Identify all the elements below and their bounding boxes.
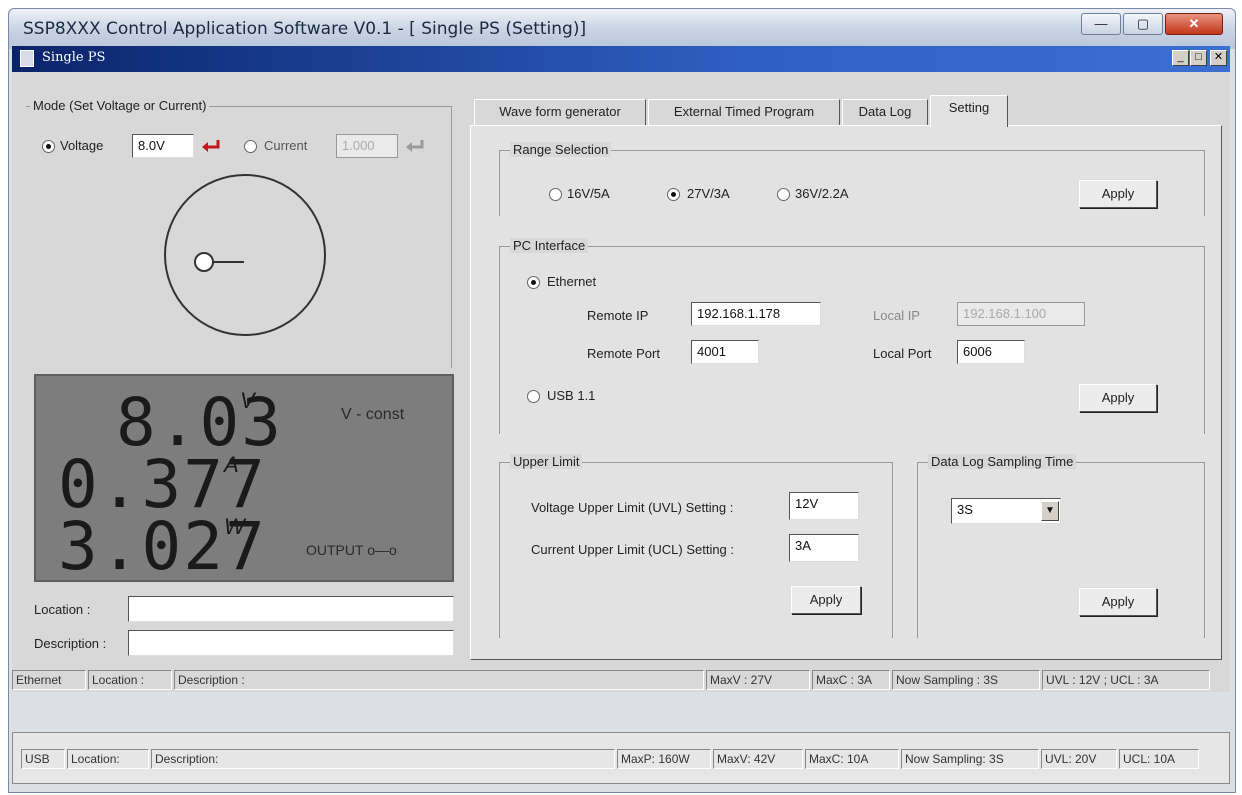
tab-waveform-generator[interactable]: Wave form generator (474, 99, 646, 125)
range-27v-radio[interactable] (667, 188, 680, 201)
regulation-mode-status: V - const (341, 406, 405, 423)
local-port-label: Local Port (873, 346, 932, 361)
bg-status-maxc: MaxC: 10A (805, 749, 899, 769)
status-bar: Ethernet Location : Description : MaxV :… (12, 668, 1230, 692)
bg-status-interface: USB (21, 749, 65, 769)
local-ip-label: Local IP (873, 308, 920, 323)
location-label: Location : (34, 602, 91, 617)
status-maxc: MaxC : 3A (812, 670, 890, 690)
sampling-time-value: 3S (957, 502, 973, 517)
current-unit: A (224, 452, 239, 477)
bg-status-ucl: UCL: 10A (1119, 749, 1199, 769)
uvl-input[interactable]: 12V (789, 492, 859, 520)
bg-status-location: Location: (67, 749, 149, 769)
minimize-button[interactable]: — (1081, 13, 1121, 35)
voltage-enter-icon[interactable] (200, 138, 222, 154)
range-16v-radio[interactable] (549, 188, 562, 201)
bg-status-sampling: Now Sampling: 3S (901, 749, 1039, 769)
ethernet-radio[interactable] (527, 276, 540, 289)
voltage-unit: V (240, 388, 255, 413)
range-apply-button[interactable]: Apply (1079, 180, 1157, 208)
status-limits: UVL : 12V ; UCL : 3A (1042, 670, 1210, 690)
range-16v-label: 16V/5A (567, 186, 610, 201)
voltage-mode-label: Voltage (60, 138, 104, 153)
range-36v-label: 36V/2.2A (795, 186, 849, 201)
remote-ip-label: Remote IP (587, 308, 649, 323)
close-button[interactable]: ✕ (1165, 13, 1223, 35)
app-title: SSP8XXX Control Application Software V0.… (23, 19, 587, 39)
location-input[interactable] (128, 596, 454, 622)
document-icon (20, 50, 34, 67)
bg-status-maxp: MaxP: 160W (617, 749, 711, 769)
power-unit: W (224, 514, 245, 539)
status-maxv: MaxV : 27V (706, 670, 810, 690)
mdi-minimize-button[interactable]: _ (1172, 50, 1189, 66)
current-mode-label: Current (264, 138, 308, 153)
tab-data-log[interactable]: Data Log (842, 99, 928, 125)
sampling-time-title: Data Log Sampling Time (928, 454, 1077, 469)
current-mode-radio[interactable] (244, 140, 257, 153)
current-setpoint-input[interactable]: 1.000 (336, 134, 398, 158)
remote-port-label: Remote Port (587, 346, 660, 361)
mdi-restore-button[interactable]: □ (1190, 50, 1207, 66)
setting-tab-panel: Range Selection 16V/5A 27V/3A 36V/2.2A A… (470, 125, 1222, 660)
mdi-titlebar[interactable]: Single PS _ □ ✕ (12, 46, 1230, 72)
local-port-input[interactable]: 6006 (957, 340, 1025, 364)
sampling-time-group: Data Log Sampling Time (917, 454, 1205, 638)
background-window[interactable]: USB Location: Description: MaxP: 160W Ma… (12, 732, 1230, 784)
lcd-display: 8.03 V V - const 0.377 A 3.027 W OUTPUT … (34, 374, 454, 582)
interface-apply-button[interactable]: Apply (1079, 384, 1157, 412)
current-enter-icon (406, 140, 424, 152)
range-27v-label: 27V/3A (687, 186, 730, 201)
upper-limit-title: Upper Limit (510, 454, 583, 469)
ucl-label: Current Upper Limit (UCL) Setting : (531, 542, 735, 557)
range-36v-radio[interactable] (777, 188, 790, 201)
sampling-apply-button[interactable]: Apply (1079, 588, 1157, 616)
remote-ip-input[interactable]: 192.168.1.178 (691, 302, 821, 326)
tab-external-timed-program[interactable]: External Timed Program (648, 99, 840, 125)
bg-status-description: Description: (151, 749, 615, 769)
status-description: Description : (174, 670, 704, 690)
mdi-title: Single PS (42, 50, 106, 65)
pc-interface-title: PC Interface (510, 238, 589, 253)
usb-label: USB 1.1 (547, 388, 596, 403)
uvl-label: Voltage Upper Limit (UVL) Setting : (531, 500, 734, 515)
bg-status-maxv: MaxV: 42V (713, 749, 803, 769)
chevron-down-icon[interactable]: ▼ (1041, 501, 1059, 521)
maximize-button[interactable]: ▢ (1123, 13, 1163, 35)
local-ip-input: 192.168.1.100 (957, 302, 1085, 326)
background-status-bar: USB Location: Description: MaxP: 160W Ma… (13, 747, 1229, 771)
voltage-mode-radio[interactable] (42, 140, 55, 153)
single-ps-panel: Mode (Set Voltage or Current) Voltage 8.… (12, 72, 1230, 692)
tab-setting[interactable]: Setting (930, 95, 1008, 127)
mode-group-title: Mode (Set Voltage or Current) (30, 98, 210, 113)
upper-limit-apply-button[interactable]: Apply (791, 586, 861, 614)
description-input[interactable] (128, 630, 454, 656)
output-status: OUTPUT o—o (306, 542, 397, 558)
mdi-close-button[interactable]: ✕ (1210, 50, 1227, 66)
description-label: Description : (34, 636, 107, 651)
remote-port-input[interactable]: 4001 (691, 340, 759, 364)
adjust-knob[interactable] (162, 172, 328, 338)
ethernet-label: Ethernet (547, 274, 597, 289)
status-sampling: Now Sampling : 3S (892, 670, 1040, 690)
usb-radio[interactable] (527, 390, 540, 403)
status-location: Location : (88, 670, 172, 690)
app-titlebar[interactable]: SSP8XXX Control Application Software V0.… (9, 9, 1235, 49)
voltage-setpoint-input[interactable]: 8.0V (132, 134, 194, 158)
range-selection-title: Range Selection (510, 142, 612, 157)
ucl-input[interactable]: 3A (789, 534, 859, 562)
status-interface: Ethernet (12, 670, 86, 690)
bg-status-uvl: UVL: 20V (1041, 749, 1117, 769)
